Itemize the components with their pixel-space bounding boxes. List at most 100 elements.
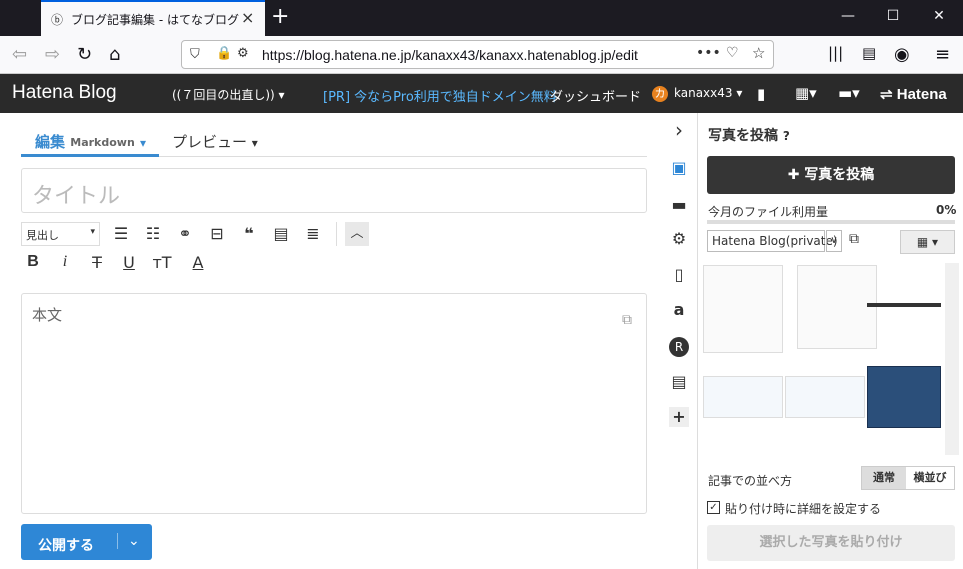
bold-icon[interactable]: B — [21, 253, 45, 271]
blog-select-label: ((７回目の出直し)) — [172, 88, 275, 102]
details-checkbox-label: 貼り付け時に詳細を設定する — [725, 502, 882, 516]
chevron-down-icon[interactable]: ∨ — [826, 230, 842, 252]
photo-thumbnails — [699, 263, 949, 455]
usage-label: 今月のファイル利用量 — [708, 205, 829, 219]
numbered-list-icon[interactable]: ☷ — [141, 224, 165, 243]
hatena-link[interactable]: ⇌ Hatena — [880, 85, 947, 103]
quote-icon[interactable]: ❝ — [237, 224, 261, 243]
amazon-icon[interactable]: a — [669, 300, 689, 320]
forward-icon[interactable]: ⇨ — [45, 44, 60, 65]
hatena-logo-mark-icon: ⇌ — [880, 86, 893, 103]
publish-button[interactable]: 公開する ⌄ — [21, 524, 152, 560]
photo-thumbnail[interactable] — [867, 303, 941, 307]
hatena-header: Hatena Blog ((７回目の出直し)) ▾ [PR] 今ならPro利用で… — [0, 74, 963, 113]
collapse-toolbar-icon[interactable]: ︿ — [345, 222, 369, 246]
photo-thumbnail[interactable] — [703, 376, 783, 418]
album-select[interactable]: Hatena Blog(private) — [707, 230, 838, 252]
photo-thumbnail[interactable] — [797, 265, 877, 349]
strikethrough-icon[interactable]: T — [85, 253, 109, 272]
table-icon[interactable]: ▤ — [269, 224, 293, 243]
usage-value: 0% — [936, 203, 957, 217]
more-read-icon[interactable]: ≣ — [301, 224, 325, 243]
external-link-icon[interactable]: ⧉ — [849, 231, 859, 247]
fullscreen-icon[interactable]: ⧉ — [622, 312, 632, 328]
navigation-bar: ⇦ ⇨ ↻ ⌂ ⛉ 🔒 ⚙ https://blog.hatena.ne.jp/… — [0, 36, 963, 74]
document-icon[interactable]: ▯ — [669, 265, 689, 285]
maximize-icon[interactable]: ☐ — [883, 8, 903, 24]
heading-select-label: 見出し — [26, 229, 59, 242]
browser-tab[interactable]: ⓑ ブログ記事編集 - はてなブログ × — [41, 0, 265, 36]
sort-normal-button[interactable]: 通常 — [862, 467, 906, 489]
promo-link[interactable]: [PR] 今ならPro利用で独自ドメイン無料 — [323, 86, 557, 105]
apps-grid-icon[interactable]: ▦▾ — [795, 84, 817, 102]
minimize-icon[interactable]: — — [838, 8, 858, 24]
photo-thumbnail[interactable] — [703, 265, 783, 353]
library-icon[interactable]: ||| — [828, 44, 843, 62]
plus-icon[interactable]: + — [669, 407, 689, 427]
clipboard-icon[interactable]: ▤ — [669, 372, 689, 392]
chevron-right-icon[interactable]: › — [669, 118, 689, 142]
title-input[interactable]: タイトル — [21, 168, 647, 213]
close-icon[interactable]: × — [241, 8, 254, 27]
lock-icon[interactable]: 🔒 — [216, 46, 232, 61]
tab-preview[interactable]: プレビュー ▾ — [172, 131, 258, 152]
account-icon[interactable]: ◉ — [894, 44, 910, 65]
photo-panel: 写真を投稿 ? ✚ 写真を投稿 今月のファイル利用量 0% Hatena Blo… — [699, 113, 963, 569]
hatena-blog-logo[interactable]: Hatena Blog — [12, 82, 117, 104]
r-icon[interactable]: R — [669, 337, 689, 357]
tab-edit[interactable]: 編集 Markdown ▾ — [21, 113, 159, 157]
pocket-icon[interactable]: ♡ — [726, 45, 739, 61]
bookmark-star-icon[interactable]: ☆ — [752, 44, 765, 62]
home-icon[interactable]: ⌂ — [109, 44, 120, 65]
upload-photo-button[interactable]: ✚ 写真を投稿 — [707, 156, 955, 194]
paste-selected-button[interactable]: 選択した写真を貼り付け — [707, 525, 955, 561]
photo-thumbnail[interactable] — [785, 376, 865, 418]
url-text[interactable]: https://blog.hatena.ne.jp/kanaxx43/kanax… — [262, 47, 638, 63]
folder-icon[interactable]: ▬ — [669, 195, 689, 215]
album-label: Hatena Blog(private) — [712, 234, 838, 248]
scrollbar[interactable] — [945, 263, 959, 455]
menu-icon[interactable]: ≡ — [935, 44, 950, 65]
user-menu[interactable]: kanaxx43 ▾ — [674, 86, 742, 100]
photo-icon[interactable]: ▣ — [669, 158, 689, 178]
username: kanaxx43 — [674, 86, 733, 100]
more-icon[interactable]: ••• — [696, 45, 721, 61]
text-color-icon[interactable]: A — [186, 253, 210, 272]
heading-select[interactable]: 見出し ▾ — [21, 222, 100, 246]
panel-title: 写真を投稿 ? — [708, 128, 790, 144]
toolbar-divider — [336, 222, 337, 246]
permissions-icon[interactable]: ⚙ — [237, 46, 249, 61]
back-icon[interactable]: ⇦ — [12, 44, 27, 65]
blog-select[interactable]: ((７回目の出直し)) ▾ — [172, 86, 285, 103]
url-bar[interactable]: ⛉ 🔒 ⚙ https://blog.hatena.ne.jp/kanaxx43… — [181, 40, 774, 69]
bullet-list-icon[interactable]: ☰ — [109, 224, 133, 243]
side-icon-column: › ▣ ▬ ⚙ ▯ a R ▤ + — [660, 113, 698, 569]
sidebar-icon[interactable]: ▤ — [862, 44, 876, 62]
view-grid-button[interactable]: ▦ ▾ — [900, 230, 955, 254]
photo-thumbnail[interactable] — [867, 366, 941, 428]
italic-icon[interactable]: i — [53, 253, 77, 271]
shield-icon[interactable]: ⛉ — [190, 47, 200, 62]
upload-label: 写真を投稿 — [804, 167, 875, 183]
editor-tabs: 編集 Markdown ▾ プレビュー ▾ — [21, 113, 647, 157]
link-icon[interactable]: ⚭ — [173, 224, 197, 243]
dashboard-link[interactable]: ダッシュボード — [550, 86, 641, 105]
reload-icon[interactable]: ↻ — [77, 44, 92, 65]
body-placeholder: 本文 — [32, 306, 63, 324]
bookmark-icon[interactable]: ▮ — [757, 85, 765, 103]
sort-horizontal-button[interactable]: 横並び — [906, 467, 954, 489]
sort-label: 記事での並べ方 — [708, 474, 793, 488]
avatar[interactable]: カ — [652, 86, 668, 102]
chevron-down-icon[interactable]: ⌄ — [117, 533, 140, 549]
underline-icon[interactable]: U — [117, 253, 141, 272]
font-size-icon[interactable]: тT — [150, 253, 174, 272]
body-textarea[interactable]: 本文 ⧉ — [21, 293, 647, 514]
details-checkbox[interactable]: ✓ — [707, 501, 720, 514]
new-tab-icon[interactable]: + — [271, 4, 289, 29]
gear-icon[interactable]: ⚙ — [669, 229, 689, 249]
sort-toggle: 通常 横並び — [861, 466, 955, 490]
horizontal-rule-icon[interactable]: ⊟ — [205, 224, 229, 243]
window-close-icon[interactable]: ✕ — [929, 8, 949, 24]
hatena-label: Hatena — [896, 86, 947, 103]
notification-icon[interactable]: ▬▾ — [838, 84, 860, 102]
